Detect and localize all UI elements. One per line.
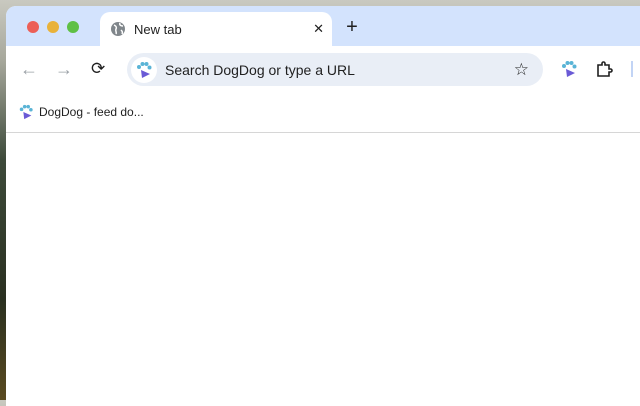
- new-tab-button[interactable]: +: [342, 16, 362, 39]
- globe-icon: [111, 22, 125, 36]
- dogdog-paw-icon: [19, 104, 33, 120]
- bookmarks-bar: DogDog - feed do...: [6, 92, 640, 133]
- page-content: [6, 133, 640, 406]
- omnibox[interactable]: Search DogDog or type a URL ☆: [127, 53, 543, 86]
- tab-strip: New tab ✕ +: [6, 6, 640, 46]
- omnibox-input[interactable]: Search DogDog or type a URL: [165, 62, 514, 78]
- browser-window: New tab ✕ + ← → ⟳ Search DogDog or type …: [6, 6, 640, 406]
- bookmark-label: DogDog - feed do...: [39, 105, 144, 119]
- forward-button[interactable]: →: [55, 59, 73, 80]
- close-window-button[interactable]: [27, 21, 39, 33]
- minimize-window-button[interactable]: [47, 21, 59, 33]
- profile-divider: [631, 61, 633, 77]
- toolbar: ← → ⟳ Search DogDog or type a URL ☆: [6, 46, 640, 92]
- dogdog-paw-icon: [131, 56, 157, 83]
- tab-title: New tab: [134, 21, 182, 37]
- maximize-window-button[interactable]: [67, 21, 79, 33]
- close-tab-icon[interactable]: ✕: [313, 21, 324, 37]
- back-button[interactable]: ←: [20, 59, 38, 80]
- extensions-puzzle-icon[interactable]: [596, 61, 613, 83]
- reload-button[interactable]: ⟳: [91, 59, 105, 79]
- dogdog-extension-icon[interactable]: [560, 60, 578, 83]
- bookmark-item[interactable]: DogDog - feed do...: [18, 104, 144, 120]
- bookmark-star-icon[interactable]: ☆: [514, 60, 529, 80]
- tab-new-tab[interactable]: New tab ✕: [100, 12, 332, 46]
